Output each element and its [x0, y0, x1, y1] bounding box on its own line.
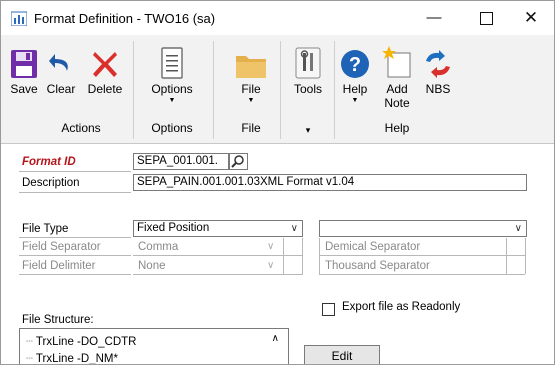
label-underline [19, 255, 131, 256]
close-icon: ✕ [523, 8, 539, 27]
file-type-label: File Type [22, 223, 69, 235]
edit-button[interactable]: Edit [304, 345, 380, 364]
chevron-down-icon: ▼ [247, 97, 255, 104]
file-structure-tree[interactable]: ┄ TrxLine -DO_CDTR ┄ TrxLine -D_NM* ∧ [19, 328, 289, 364]
svg-text:?: ? [349, 54, 361, 76]
close-button[interactable]: ✕ [508, 1, 554, 35]
ribbon-separator [213, 41, 214, 139]
field-separator-value: Comma [138, 241, 179, 253]
add-note-icon [382, 46, 411, 78]
field-border [319, 238, 320, 274]
tools-button[interactable]: Tools [288, 41, 328, 96]
title-bar: Format Definition - TWO16 (sa) — ✕ [1, 1, 554, 35]
field-border [506, 238, 507, 274]
right-dropdown[interactable]: ∨ [319, 220, 527, 237]
label-underline [19, 237, 131, 238]
maximize-button[interactable] [463, 1, 509, 35]
chevron-down-icon: ∨ [267, 260, 275, 271]
delete-button[interactable]: Delete [84, 41, 126, 96]
field-delimiter-value: None [138, 260, 166, 272]
chevron-down-icon: ∨ [267, 241, 275, 252]
tools-dropdown-arrow[interactable]: ▾ [288, 125, 328, 136]
window-title: Format Definition - TWO16 (sa) [34, 11, 216, 26]
options-button[interactable]: Options ▼ [147, 41, 197, 105]
group-actions-label: Actions [61, 121, 101, 135]
thousand-separator-label: Thousand Separator [325, 260, 430, 272]
magnifier-icon [231, 155, 244, 168]
help-icon: ? [341, 50, 369, 78]
field-border [525, 238, 526, 274]
undo-icon [49, 54, 68, 71]
chevron-down-icon: ▼ [351, 97, 359, 104]
group-file-label: File [241, 121, 261, 135]
nbs-icon [426, 50, 450, 78]
description-label: Description [22, 177, 80, 189]
help-button[interactable]: ? Help ▼ [336, 41, 374, 105]
dropdown-divider [283, 238, 284, 274]
label-underline [19, 274, 131, 275]
description-field[interactable]: SEPA_PAIN.001.001.03XML Format v1.04 [133, 174, 527, 191]
ribbon: Save Clear Delete Actions Options ▼ Opti… [1, 35, 554, 144]
scroll-up-icon[interactable]: ∧ [272, 333, 279, 344]
ribbon-separator [334, 41, 335, 139]
format-id-label: Format ID [22, 156, 76, 168]
file-button[interactable]: File ▼ [231, 41, 271, 105]
group-help-label: Help [384, 121, 410, 135]
file-type-dropdown[interactable]: Fixed Position ∨ [133, 220, 303, 237]
dropdown-divider [302, 238, 303, 274]
label-underline [319, 255, 525, 256]
format-id-field[interactable]: SEPA_001.001. [133, 153, 229, 170]
ribbon-separator [133, 41, 134, 139]
tools-icon [295, 47, 321, 79]
lookup-button[interactable] [229, 153, 248, 170]
app-icon [11, 11, 27, 26]
chevron-down-icon: ∨ [290, 223, 298, 234]
delete-icon [93, 52, 117, 77]
tree-item[interactable]: ┄ TrxLine -D_NM* [26, 351, 118, 364]
field-delimiter-label: Field Delimiter [22, 260, 96, 272]
add-note-button[interactable]: Add Note [377, 41, 417, 110]
field-separator-label: Field Separator [22, 241, 101, 253]
minimize-button[interactable]: — [411, 1, 457, 35]
clear-button[interactable]: Clear [45, 41, 77, 96]
tree-item[interactable]: ┄ TrxLine -DO_CDTR [26, 334, 136, 348]
decimal-separator-label: Demical Separator [325, 241, 421, 253]
dropdown-underline [133, 255, 303, 256]
save-button[interactable]: Save [9, 41, 39, 96]
nbs-button[interactable]: NBS [419, 41, 457, 96]
label-underline [319, 274, 525, 275]
ribbon-separator [280, 41, 281, 139]
format-definition-window: Format Definition - TWO16 (sa) — ✕ Save [0, 0, 555, 365]
folder-icon [236, 56, 266, 78]
export-readonly-label: Export file as Readonly [342, 301, 461, 313]
chevron-down-icon: ▼ [168, 97, 176, 104]
export-readonly-checkbox[interactable] [322, 303, 335, 316]
file-structure-label: File Structure: [22, 314, 94, 326]
minimize-icon: — [426, 9, 442, 26]
dropdown-underline [133, 274, 303, 275]
save-icon [11, 50, 37, 78]
options-icon [161, 47, 183, 79]
group-options-label: Options [151, 121, 193, 135]
chevron-down-icon: ∨ [514, 223, 522, 234]
label-underline [19, 192, 131, 193]
label-underline [19, 171, 131, 172]
maximize-icon [479, 11, 493, 25]
